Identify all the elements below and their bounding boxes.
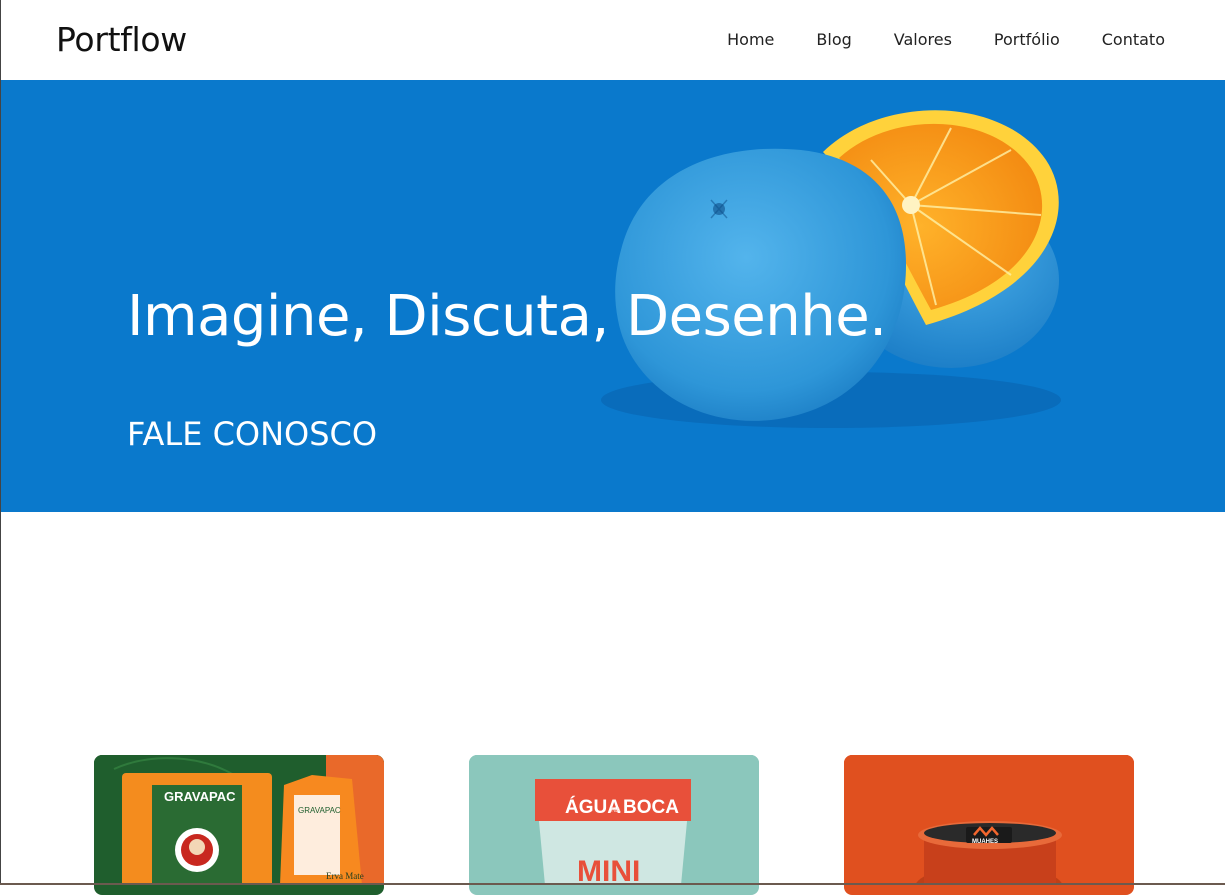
card2-product: MINI [577,855,640,885]
card1-brand: GRAVAPAC [164,789,236,804]
site-header: Portflow Home Blog Valores Portfólio Con… [0,0,1225,80]
agua-na-boca-packaging-image: ÁGUA NA BOCA MINI [469,755,759,885]
site-logo[interactable]: Portflow [56,20,187,60]
nav-home[interactable]: Home [727,28,774,52]
portfolio-card-muahes[interactable]: MUAHES [844,755,1134,895]
portfolio-card-agua-na-boca[interactable]: ÁGUA NA BOCA MINI [469,755,759,895]
card2-brand-right: BOCA [623,797,679,818]
contact-cta-link[interactable]: FALE CONOSCO [127,414,377,454]
nav-contato[interactable]: Contato [1102,28,1165,52]
card1-product: Erva Mate [326,871,364,881]
card1-brand-2: GRAVAPAC [298,806,341,815]
main-nav: Home Blog Valores Portfólio Contato [727,28,1165,52]
hero-banner: Imagine, Discuta, Desenhe. FALE CONOSCO [1,80,1225,512]
gravapac-packaging-image: GRAVAPAC GRAVAPAC Erva Mate [94,755,384,885]
nav-valores[interactable]: Valores [894,28,952,52]
nav-blog[interactable]: Blog [816,28,851,52]
card3-brand: MUAHES [972,839,998,845]
window-left-edge [0,0,1,885]
hero-title: Imagine, Discuta, Desenhe. [127,284,887,349]
portfolio-card-gravapac[interactable]: GRAVAPAC GRAVAPAC Erva Mate [94,755,384,895]
muahes-packaging-image: MUAHES [844,755,1134,885]
card2-brand-mid: NA [611,807,621,814]
nav-portfolio[interactable]: Portfólio [994,28,1060,52]
